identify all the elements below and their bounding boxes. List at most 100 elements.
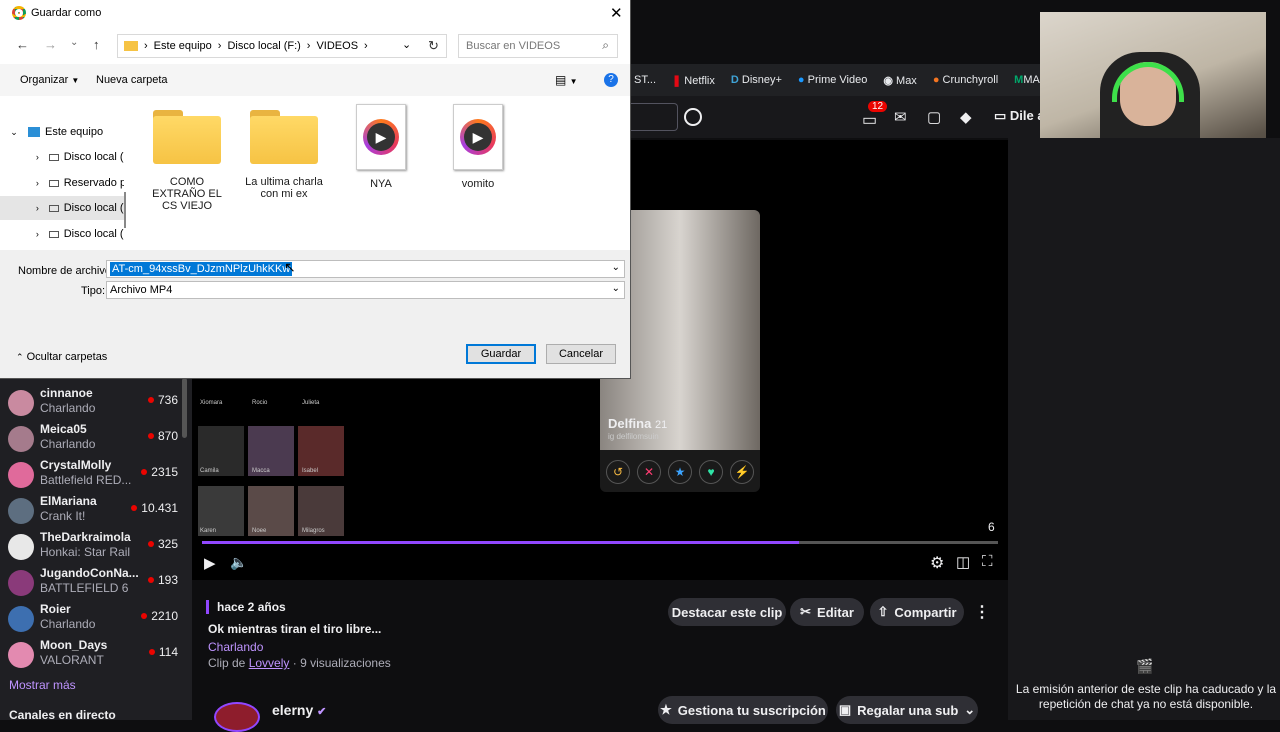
cancel-button[interactable]: Cancelar xyxy=(546,344,616,364)
breadcrumb-item[interactable]: VIDEOS xyxy=(316,40,358,52)
breadcrumb-separator-icon: › xyxy=(306,40,311,52)
boost-icon: ⚡ xyxy=(730,460,754,484)
edit-button[interactable]: ✂ Editar xyxy=(790,598,864,626)
sidebar-channel[interactable]: Roier Charlando 2210 xyxy=(8,602,188,638)
inbox-icon[interactable]: ✉ xyxy=(894,108,907,126)
search-input[interactable] xyxy=(630,103,678,131)
rewind-icon: ↺ xyxy=(606,460,630,484)
bookmark-max[interactable]: ◉ Max xyxy=(883,74,916,87)
whispers-icon[interactable]: ▢ xyxy=(927,108,941,126)
video-file-icon: ▶ xyxy=(356,104,406,170)
sidebar-channel[interactable]: JugandoConNa... BATTLEFIELD 6 193 xyxy=(8,566,188,602)
file-type-value: Archivo MP4 xyxy=(110,284,173,296)
clipper-link[interactable]: Lovvely xyxy=(249,656,290,670)
chevron-down-icon[interactable]: ⌄ xyxy=(612,262,620,273)
sidebar-channel[interactable]: Meica05 Charlando 870 xyxy=(8,422,188,458)
address-bar[interactable]: › Este equipo › Disco local (F:) › VIDEO… xyxy=(117,34,447,58)
sidebar-scrollbar[interactable] xyxy=(182,378,187,438)
save-button[interactable]: Guardar xyxy=(466,344,536,364)
superlike-icon: ★ xyxy=(668,460,692,484)
bookmark-crunchyroll[interactable]: ● Crunchyroll xyxy=(933,74,998,86)
nope-icon: ✕ xyxy=(637,460,661,484)
sidebar-channel[interactable]: CrystalMolly Battlefield RED... 2315 xyxy=(8,458,188,494)
tree-item-this-pc[interactable]: ⌄ Este equipo xyxy=(0,120,124,144)
sidebar-channel[interactable]: Moon_Days VALORANT 114 xyxy=(8,638,188,674)
address-dropdown-icon[interactable]: ⌄ xyxy=(402,38,411,51)
drive-icon xyxy=(48,179,59,187)
prime-loot-icon[interactable]: ▭ xyxy=(862,110,877,130)
back-icon[interactable]: ← xyxy=(16,37,29,52)
clip-category[interactable]: Charlando xyxy=(208,640,263,654)
organize-button[interactable]: Organizar ▼ xyxy=(20,74,79,86)
bookmark-disney[interactable]: D Disney+ xyxy=(731,74,782,86)
highlight-clip-button[interactable]: Destacar este clip xyxy=(668,598,786,626)
sidebar-channel[interactable]: ElMariana Crank It! 10.431 xyxy=(8,494,188,530)
sidebar-channel[interactable]: cinnanoe Charlando 736 xyxy=(8,386,188,422)
grid-name: Karen xyxy=(200,528,217,534)
bookmark-item[interactable]: ST... xyxy=(634,74,656,86)
tree-item-drive-c[interactable]: ›Disco local (C:) xyxy=(0,145,124,169)
bits-icon[interactable]: ◆ xyxy=(960,108,972,126)
bookmark-netflix[interactable]: ❚ Netflix xyxy=(672,74,715,87)
forward-icon[interactable]: → xyxy=(44,37,57,52)
tree-item-drive-g[interactable]: ›Disco local (G:) xyxy=(0,222,124,246)
up-icon[interactable]: ↑ xyxy=(93,37,100,52)
clip-age-bar xyxy=(206,600,209,614)
refresh-icon[interactable]: ↻ xyxy=(428,38,439,54)
chevron-right-icon: › xyxy=(35,178,39,188)
search-icon[interactable] xyxy=(684,108,702,126)
navigation-tree: ⌄Este equipo ›Disco local (C:) ›Reservad… xyxy=(0,96,130,250)
play-icon[interactable]: ▶ xyxy=(204,554,216,572)
bookmark-ma[interactable]: MMA xyxy=(1014,74,1040,86)
bookmark-prime[interactable]: ● Prime Video xyxy=(798,74,867,86)
clip-title: Ok mientras tiran el tiro libre... xyxy=(208,622,382,636)
theatre-mode-icon[interactable]: ◫ xyxy=(956,553,970,571)
fullscreen-icon[interactable]: ⛶ xyxy=(982,553,993,570)
search-icon: ⌕ xyxy=(602,38,609,52)
tree-item-reserved[interactable]: ›Reservado para xyxy=(0,171,124,195)
grid-name: Camila xyxy=(200,468,219,474)
tree-scrollbar[interactable] xyxy=(124,192,126,228)
show-more-link[interactable]: Mostrar más xyxy=(9,678,76,692)
close-icon[interactable]: ✕ xyxy=(610,4,623,22)
video-file-item[interactable]: ▶ vomito xyxy=(435,104,521,190)
folder-item[interactable]: La ultima charla con mi ex xyxy=(241,110,327,200)
avatar xyxy=(8,390,34,416)
chevron-down-icon: ⌄ xyxy=(10,126,18,137)
chevron-right-icon: › xyxy=(35,152,39,162)
hide-folders-toggle[interactable]: ⌃ Ocultar carpetas xyxy=(16,351,107,363)
settings-icon[interactable]: ⚙ xyxy=(930,553,944,573)
folder-item[interactable]: COMO EXTRAÑO EL CS VIEJO xyxy=(144,110,230,212)
more-options-icon[interactable]: ⋮ xyxy=(974,602,990,622)
verified-icon: ✔ xyxy=(317,706,327,718)
share-button[interactable]: ⇧ Compartir xyxy=(870,598,964,626)
profile-name: Delfina 21 xyxy=(608,416,668,431)
folder-search-input[interactable]: Buscar en VIDEOS ⌕ xyxy=(458,34,618,58)
new-folder-button[interactable]: Nueva carpeta xyxy=(96,74,168,86)
profile-grid: Xiomara Rocio Julieta Camila Macca Isabe… xyxy=(198,378,346,564)
recent-dropdown-icon[interactable]: ⌄ xyxy=(70,37,78,48)
streamer-avatar[interactable] xyxy=(214,702,260,732)
grid-name: Noee xyxy=(252,528,267,534)
progress-bar[interactable] xyxy=(202,541,998,544)
volume-icon[interactable]: 🔈 xyxy=(230,554,247,571)
video-file-item[interactable]: ▶ NYA xyxy=(338,104,424,190)
tree-item-drive-f[interactable]: ›Disco local (F:) xyxy=(0,196,124,220)
breadcrumb-item[interactable]: Este equipo xyxy=(154,40,212,52)
drive-icon xyxy=(48,230,59,238)
dile-button[interactable]: ▭ Dile a xyxy=(994,108,1045,124)
breadcrumb-item[interactable]: Disco local (F:) xyxy=(227,40,300,52)
grid-name: Macca xyxy=(252,468,270,474)
chevron-down-icon: ▼ xyxy=(71,76,80,85)
search-placeholder: Buscar en VIDEOS xyxy=(466,40,561,52)
chevron-right-icon: › xyxy=(35,229,39,239)
help-icon[interactable]: ? xyxy=(604,73,618,87)
grid-name: Xiomara xyxy=(200,400,223,406)
save-as-dialog: Guardar como ✕ ← → ⌄ ↑ › Este equipo › D… xyxy=(0,0,630,378)
sidebar-channel[interactable]: TheDarkraimola Honkai: Star Rail 325 xyxy=(8,530,188,566)
file-type-select[interactable]: Archivo MP4 ⌄ xyxy=(106,281,625,299)
streamer-name[interactable]: elerny ✔ xyxy=(272,702,326,718)
computer-icon xyxy=(28,127,40,137)
filename-input[interactable]: AT-cm_94xssBv_DJzmNPlzUhkKKw ⌄ xyxy=(106,260,625,278)
view-options-icon[interactable]: ▤ ▼ xyxy=(555,73,578,87)
